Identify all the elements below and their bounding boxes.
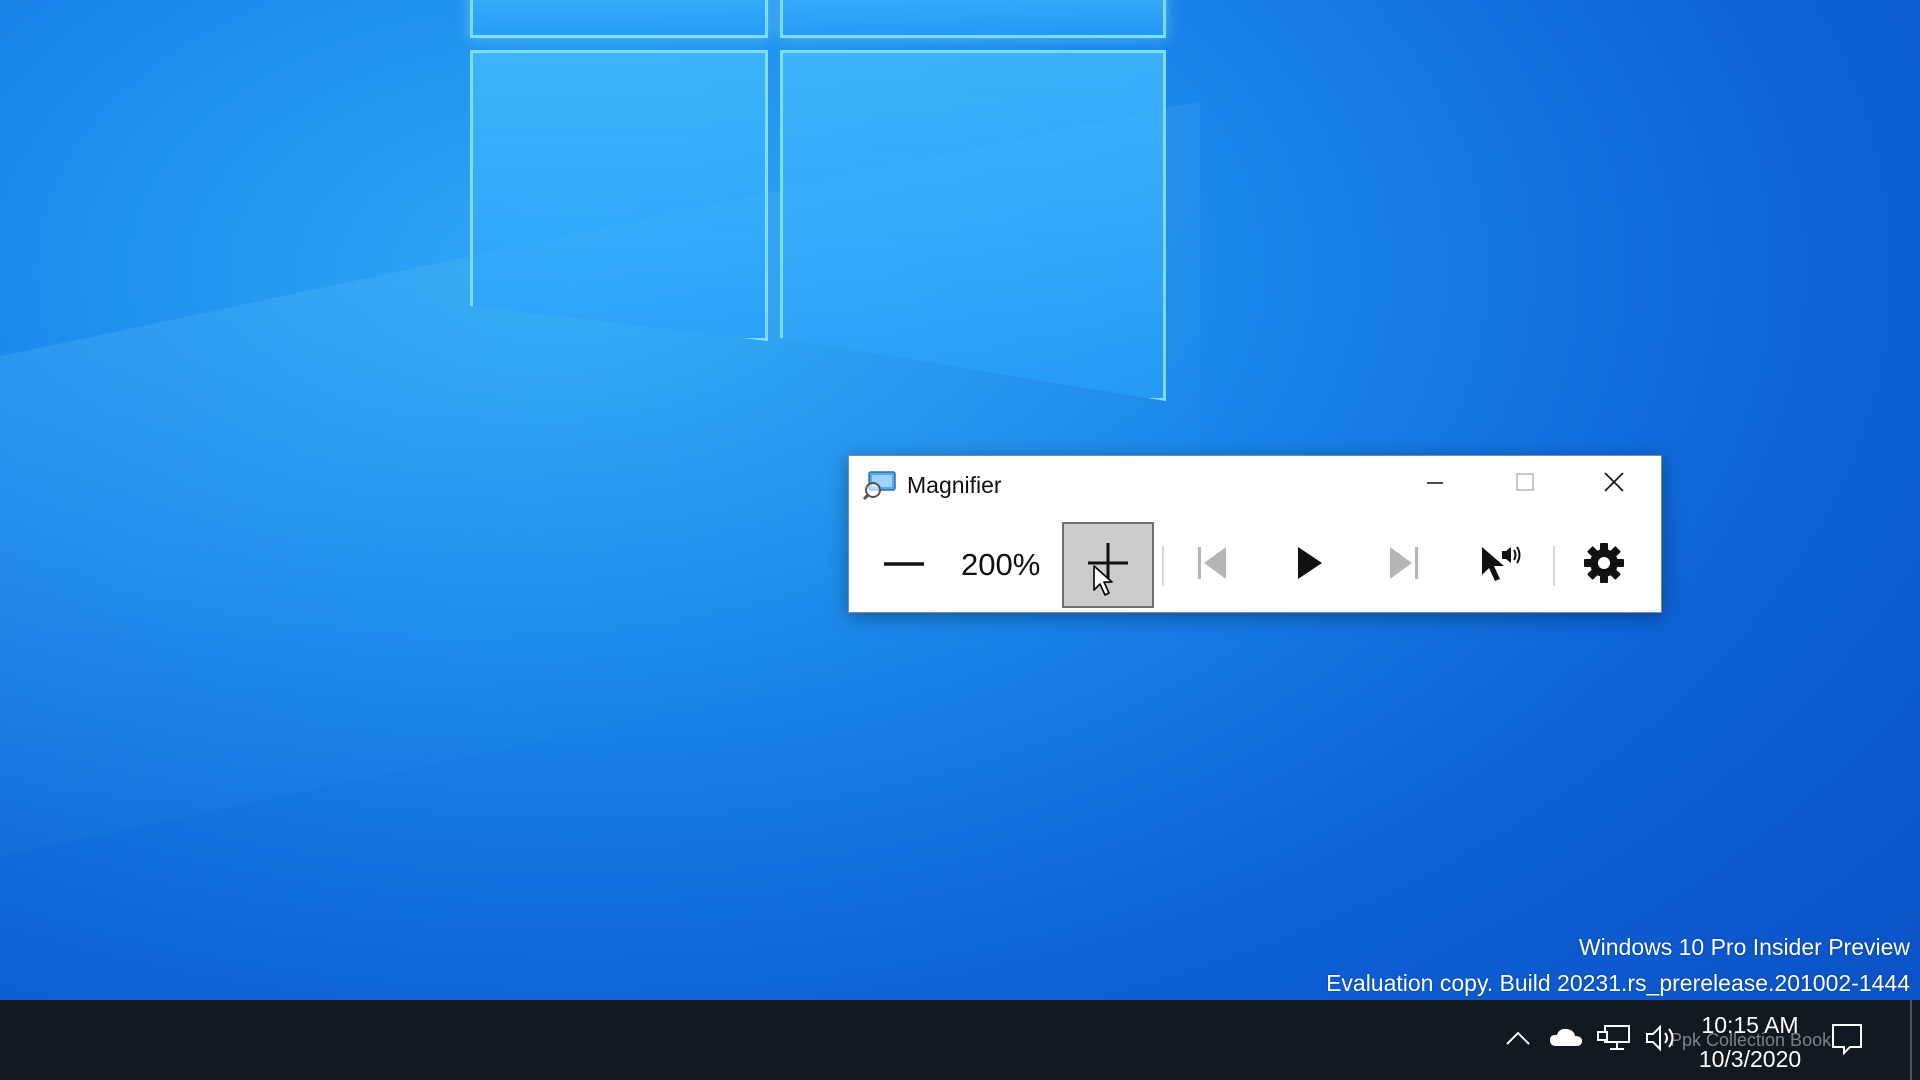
show-desktop-button[interactable]	[1910, 1000, 1912, 1080]
toolbar-separator	[1553, 546, 1555, 586]
windows-logo-pane-tl	[470, 0, 768, 38]
pointer-speaker-icon	[1476, 541, 1524, 590]
zoom-out-button[interactable]	[869, 522, 939, 608]
action-center-button[interactable]	[1830, 1022, 1864, 1061]
notification-icon	[1830, 1024, 1864, 1060]
minimize-button[interactable]	[1392, 456, 1478, 512]
zoom-level-readout: 200%	[961, 547, 1041, 582]
close-icon	[1603, 471, 1625, 498]
maximize-button[interactable]	[1482, 456, 1568, 512]
toolbar-separator	[1162, 546, 1164, 586]
read-from-pointer-button[interactable]	[1457, 522, 1543, 608]
magnifier-toolbar: 200%	[849, 514, 1661, 612]
minimize-icon	[1425, 472, 1445, 497]
magnifier-app-icon	[862, 470, 897, 501]
skip-next-icon	[1384, 543, 1424, 588]
zoom-in-button[interactable]	[1062, 522, 1154, 608]
play-button[interactable]	[1265, 522, 1351, 608]
onedrive-button[interactable]	[1546, 1022, 1586, 1058]
network-icon	[1597, 1023, 1631, 1058]
mouse-cursor-icon	[1092, 564, 1116, 603]
previous-button[interactable]	[1169, 522, 1255, 608]
overlay-watermark-text: Ppk Collection Book	[1670, 1030, 1832, 1050]
settings-button[interactable]	[1561, 522, 1647, 608]
maximize-icon	[1515, 472, 1535, 497]
chevron-up-icon	[1504, 1028, 1532, 1053]
taskbar: 10:15 AM 10/3/2020 Ppk Collection Book	[0, 1000, 1920, 1080]
watermark-line1: Windows 10 Pro Insider Preview	[1578, 934, 1910, 960]
network-button[interactable]	[1594, 1022, 1634, 1058]
watermark-line2: Evaluation copy. Build 20231.rs_prerelea…	[1326, 970, 1910, 996]
title-bar[interactable]: Magnifier	[849, 456, 1661, 512]
skip-previous-icon	[1192, 543, 1232, 588]
magnifier-window: Magnifier 200%	[848, 455, 1662, 613]
windows-logo-pane-tr	[780, 0, 1166, 38]
close-button[interactable]	[1571, 456, 1657, 512]
minus-icon	[882, 556, 926, 574]
show-hidden-icons-button[interactable]	[1500, 1022, 1536, 1058]
play-icon	[1288, 543, 1328, 588]
gear-icon	[1582, 541, 1626, 590]
next-button[interactable]	[1361, 522, 1447, 608]
windows-logo-pane-bl	[470, 50, 768, 341]
window-title: Magnifier	[907, 472, 1002, 498]
onedrive-cloud-icon	[1548, 1026, 1584, 1055]
